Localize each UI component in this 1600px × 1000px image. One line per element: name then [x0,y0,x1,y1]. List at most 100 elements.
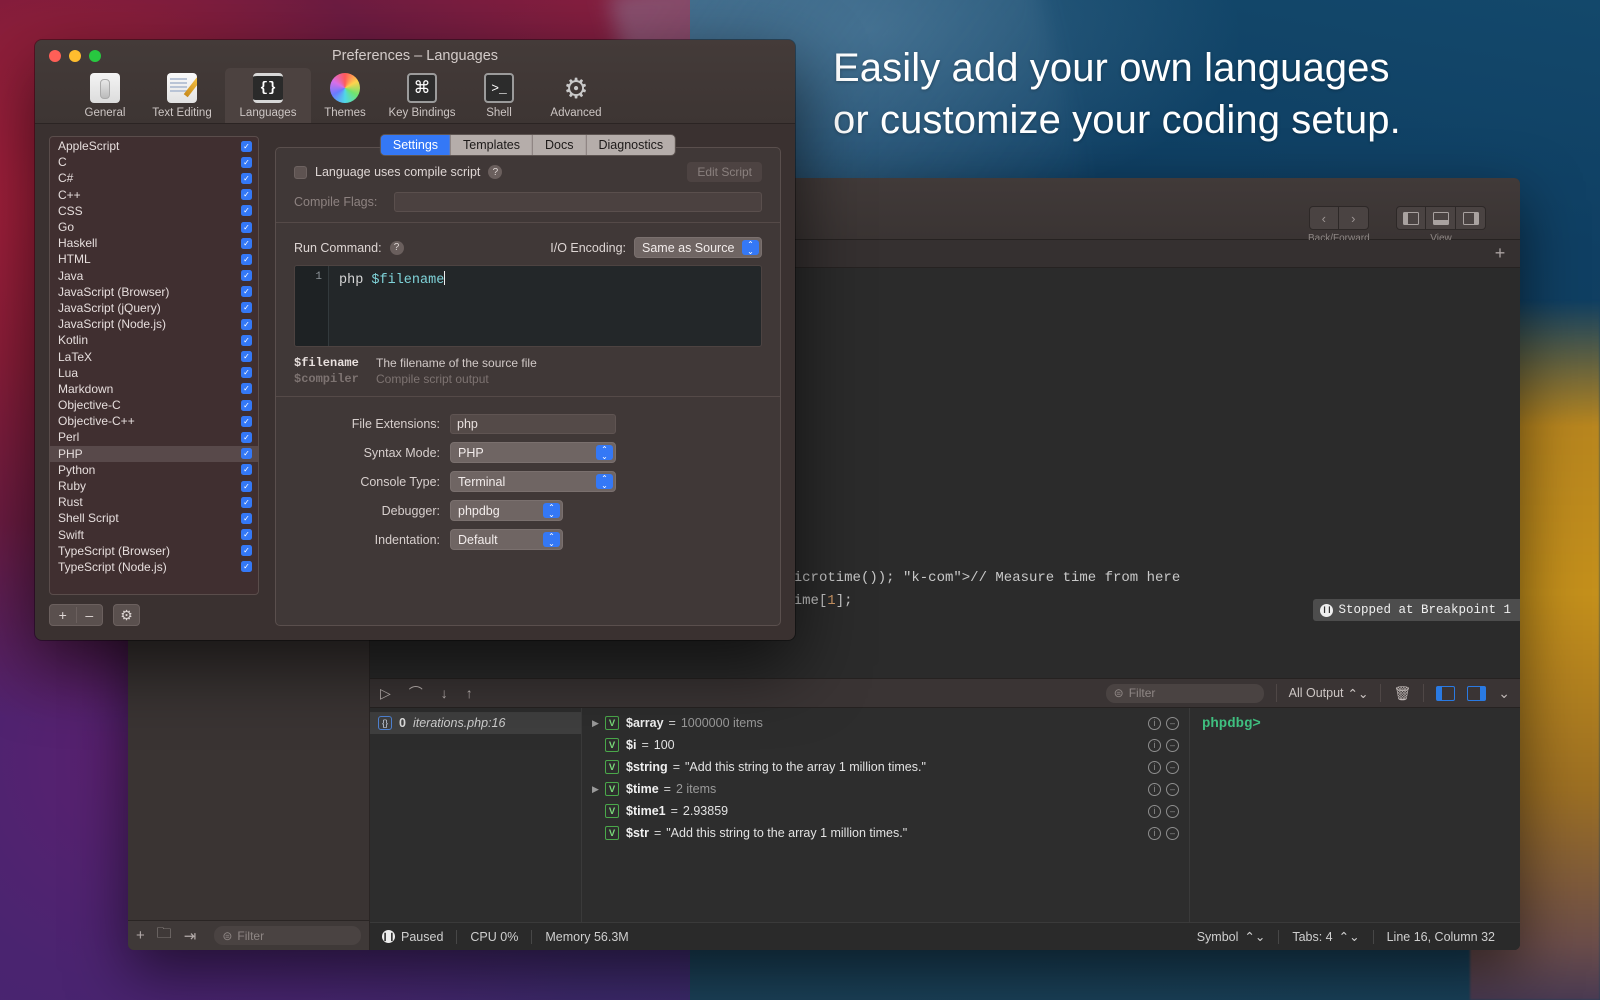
language-enabled-checkbox[interactable]: ✓ [241,448,252,459]
languages-list[interactable]: AppleScript✓C✓C#✓C++✓CSS✓Go✓Haskell✓HTML… [49,136,259,595]
step-into-icon[interactable]: ↓ [441,685,448,701]
minus-icon[interactable]: – [1166,717,1179,730]
continue-icon[interactable]: ▷ [380,685,391,702]
language-list-item[interactable]: Python✓ [50,462,258,478]
toolbar-item-general[interactable]: General [71,68,139,123]
language-list-item[interactable]: TypeScript (Browser)✓ [50,543,258,559]
console-filter-input[interactable]: ⊜ Filter [1106,684,1264,703]
debugger-popup[interactable]: phpdbg ⌃⌄ [450,500,563,521]
edit-script-button[interactable]: Edit Script [687,162,762,182]
language-list-item[interactable]: LaTeX✓ [50,348,258,364]
language-enabled-checkbox[interactable]: ✓ [241,254,252,265]
language-enabled-checkbox[interactable]: ✓ [241,173,252,184]
remove-language-button[interactable]: – [76,607,103,623]
language-enabled-checkbox[interactable]: ✓ [241,270,252,281]
language-enabled-checkbox[interactable]: ✓ [241,302,252,313]
language-list-item[interactable]: PHP✓ [50,446,258,462]
language-enabled-checkbox[interactable]: ✓ [241,157,252,168]
variable-row[interactable]: V$string="Add this string to the array 1… [582,756,1189,778]
language-list-item[interactable]: JavaScript (Browser)✓ [50,284,258,300]
stack-frame-row[interactable]: {} 0 iterations.php:16 [370,712,581,734]
tab-templates[interactable]: Templates [450,135,532,155]
tab-diagnostics[interactable]: Diagnostics [586,135,676,155]
language-enabled-checkbox[interactable]: ✓ [241,351,252,362]
minus-icon[interactable]: – [1166,805,1179,818]
language-list-item[interactable]: Perl✓ [50,429,258,445]
variable-row[interactable]: V$i=100i– [582,734,1189,756]
new-tab-button[interactable]: + [1480,240,1520,267]
add-file-icon[interactable]: + [136,927,145,944]
symbol-selector[interactable]: Symbol ⌃⌄ [1197,929,1279,944]
toolbar-item-advanced[interactable]: ⚙ Advanced [533,68,619,123]
help-icon[interactable]: ? [488,165,502,179]
run-command-editor[interactable]: 1 php $filename [294,265,762,347]
language-list-item[interactable]: AppleScript✓ [50,138,258,154]
disclosure-closed-icon[interactable]: ▶ [592,784,605,795]
language-list-item[interactable]: C✓ [50,154,258,170]
language-list-item[interactable]: Ruby✓ [50,478,258,494]
file-extensions-input[interactable]: php [450,414,616,434]
language-list-item[interactable]: TypeScript (Node.js)✓ [50,559,258,575]
toolbar-item-key-bindings[interactable]: ⌘ Key Bindings [379,68,465,123]
language-list-item[interactable]: JavaScript (jQuery)✓ [50,300,258,316]
language-list-item[interactable]: Objective-C✓ [50,397,258,413]
language-enabled-checkbox[interactable]: ✓ [241,383,252,394]
language-enabled-checkbox[interactable]: ✓ [241,529,252,540]
file-filter-input[interactable]: ⊜ Filter [214,926,361,945]
toolbar-item-themes[interactable]: Themes [311,68,379,123]
toggle-console-panel-icon[interactable] [1467,686,1486,701]
minus-icon[interactable]: – [1166,827,1179,840]
info-icon[interactable]: i [1148,805,1161,818]
minus-icon[interactable]: – [1166,739,1179,752]
language-enabled-checkbox[interactable]: ✓ [241,189,252,200]
language-enabled-checkbox[interactable]: ✓ [241,141,252,152]
language-options-gear-button[interactable]: ⚙ [113,604,140,626]
back-button[interactable]: ‹ [1309,206,1339,230]
language-list-item[interactable]: Haskell✓ [50,235,258,251]
language-list-item[interactable]: Markdown✓ [50,381,258,397]
variable-row[interactable]: V$time1=2.93859i– [582,800,1189,822]
language-enabled-checkbox[interactable]: ✓ [241,481,252,492]
tab-docs[interactable]: Docs [532,135,585,155]
language-list-item[interactable]: Swift✓ [50,527,258,543]
language-enabled-checkbox[interactable]: ✓ [241,545,252,556]
language-list-item[interactable]: C++✓ [50,187,258,203]
syntax-mode-popup[interactable]: PHP ⌃⌄ [450,442,616,463]
step-out-icon[interactable]: ↑ [466,685,473,701]
language-enabled-checkbox[interactable]: ✓ [241,286,252,297]
language-enabled-checkbox[interactable]: ✓ [241,367,252,378]
indentation-popup[interactable]: Default ⌃⌄ [450,529,563,550]
info-icon[interactable]: i [1148,761,1161,774]
variable-row[interactable]: V$str="Add this string to the array 1 mi… [582,822,1189,844]
minus-icon[interactable]: – [1166,783,1179,796]
language-enabled-checkbox[interactable]: ✓ [241,335,252,346]
info-icon[interactable]: i [1148,739,1161,752]
output-scope-selector[interactable]: All Output ⌃⌄ [1289,686,1369,701]
toolbar-item-languages[interactable]: {} Languages [225,68,311,123]
language-list-item[interactable]: Go✓ [50,219,258,235]
language-enabled-checkbox[interactable]: ✓ [241,432,252,443]
language-enabled-checkbox[interactable]: ✓ [241,400,252,411]
tabs-width-selector[interactable]: Tabs: 4 ⌃⌄ [1279,929,1372,944]
language-list-item[interactable]: Shell Script✓ [50,510,258,526]
language-list-item[interactable]: Lua✓ [50,365,258,381]
variable-row[interactable]: ▶V$time=2 itemsi– [582,778,1189,800]
language-list-item[interactable]: Kotlin✓ [50,332,258,348]
disclosure-closed-icon[interactable]: ▶ [592,718,605,729]
language-enabled-checkbox[interactable]: ✓ [241,561,252,572]
toolbar-item-text-editing[interactable]: Text Editing [139,68,225,123]
io-encoding-popup[interactable]: Same as Source ⌃⌄ [634,237,762,258]
add-language-button[interactable]: + [50,607,76,623]
language-enabled-checkbox[interactable]: ✓ [241,513,252,524]
language-enabled-checkbox[interactable]: ✓ [241,205,252,216]
language-list-item[interactable]: JavaScript (Node.js)✓ [50,316,258,332]
toggle-right-panel-button[interactable] [1456,206,1486,230]
language-enabled-checkbox[interactable]: ✓ [241,416,252,427]
tab-settings[interactable]: Settings [381,135,450,155]
toggle-variables-panel-icon[interactable] [1436,686,1455,701]
compile-flags-input[interactable] [394,192,762,212]
forward-button[interactable]: › [1339,206,1369,230]
language-enabled-checkbox[interactable]: ✓ [241,222,252,233]
toggle-bottom-panel-button[interactable] [1426,206,1456,230]
info-icon[interactable]: i [1148,827,1161,840]
